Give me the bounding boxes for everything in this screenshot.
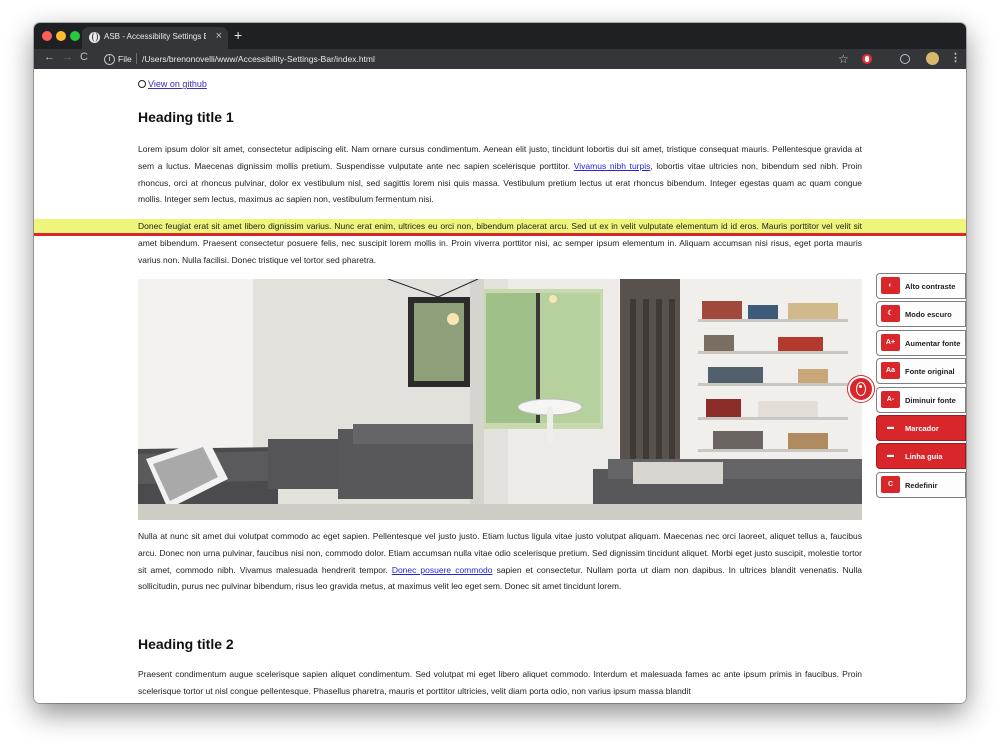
living-room-photo: [138, 279, 862, 520]
title-bar: ASB - Accessibility Settings Ba × +: [34, 23, 966, 49]
new-tab-button[interactable]: +: [234, 27, 242, 43]
font-original-icon: Aa: [881, 362, 900, 380]
url-scheme: File: [118, 54, 132, 64]
browser-tab[interactable]: ASB - Accessibility Settings Ba ×: [82, 27, 228, 49]
increase-font-button[interactable]: A+ Aumentar fonte: [876, 329, 966, 356]
heading-title-1: Heading title 1: [138, 109, 234, 125]
guide-line-button[interactable]: ▬ Linha guia: [876, 443, 966, 470]
increase-font-label: Aumentar fonte: [905, 338, 961, 348]
heading-title-2: Heading title 2: [138, 636, 234, 652]
marker-icon: ▬: [881, 418, 900, 436]
guide-line-label: Linha guia: [905, 452, 943, 462]
dark-mode-label: Modo escuro: [905, 310, 952, 320]
moon-icon: ☾: [881, 305, 900, 323]
original-font-button[interactable]: Aa Fonte original: [876, 358, 966, 385]
dark-mode-button[interactable]: ☾ Modo escuro: [876, 301, 966, 328]
original-font-label: Fonte original: [905, 367, 955, 377]
living-room-image: [138, 279, 862, 520]
font-decrease-icon: A-: [881, 390, 900, 408]
paragraph-2: Donec feugiat erat sit amet libero digni…: [138, 221, 862, 265]
browser-window: ASB - Accessibility Settings Ba × + ← → …: [34, 23, 966, 703]
extension-settings-icon[interactable]: [900, 54, 910, 64]
globe-icon: [89, 32, 100, 43]
marker-label: Marcador: [905, 423, 939, 433]
accessibility-toggle-button[interactable]: [848, 376, 874, 402]
forward-arrow-icon[interactable]: →: [62, 51, 73, 63]
high-contrast-label: Alto contraste: [905, 282, 956, 291]
extension-icon[interactable]: [862, 54, 872, 64]
tab-title: ASB - Accessibility Settings Ba: [104, 32, 206, 41]
url-text[interactable]: /Users/brenonovelli/www/Accessibility-Se…: [142, 54, 375, 64]
github-link[interactable]: View on github: [138, 79, 207, 89]
reset-icon: C: [881, 475, 900, 493]
paragraph-4: Praesent condimentum augue scelerisque s…: [138, 669, 862, 696]
accessibility-icon: [856, 382, 866, 396]
font-increase-icon: A+: [881, 333, 900, 351]
guide-line-icon: ▬: [881, 447, 900, 465]
high-contrast-button[interactable]: ◐ Alto contraste: [876, 273, 966, 299]
github-link-label: View on github: [148, 79, 207, 89]
marker-button[interactable]: ▬ Marcador: [876, 414, 966, 441]
reset-label: Redefinir: [905, 480, 938, 490]
reload-icon[interactable]: C: [80, 51, 88, 63]
info-icon[interactable]: i: [104, 54, 115, 65]
browser-menu-icon[interactable]: ⋮: [950, 51, 961, 64]
address-bar[interactable]: i File /Users/brenonovelli/www/Accessibi…: [98, 51, 838, 67]
browser-toolbar: ← → C i File /Users/brenonovelli/www/Acc…: [34, 49, 966, 69]
paragraph-1: Lorem ipsum dolor sit amet, consectetur …: [138, 141, 862, 208]
profile-avatar[interactable]: [926, 52, 939, 65]
paragraph-3: Nulla at nunc sit amet dui volutpat comm…: [138, 528, 862, 595]
vivamus-link[interactable]: Vivamus nibh turpis: [574, 161, 651, 171]
page-content: View on github Heading title 1 Lorem ips…: [34, 69, 966, 703]
contrast-icon: ◐: [881, 277, 900, 294]
close-window-button[interactable]: [42, 31, 52, 41]
decrease-font-button[interactable]: A- Diminuir fonte: [876, 386, 966, 413]
back-arrow-icon[interactable]: ←: [44, 51, 55, 63]
github-icon: [138, 80, 146, 88]
donec-posuere-link[interactable]: Donec posuere commodo: [392, 565, 493, 575]
tab-close-icon[interactable]: ×: [216, 30, 222, 42]
reset-button[interactable]: C Redefinir: [876, 471, 966, 498]
decrease-font-label: Diminuir fonte: [905, 395, 956, 405]
accessibility-settings-bar: ◐ Alto contraste ☾ Modo escuro A+ Aument…: [876, 273, 966, 500]
bookmark-star-icon[interactable]: ☆: [838, 52, 849, 66]
maximize-window-button[interactable]: [70, 31, 80, 41]
divider: [136, 53, 137, 64]
minimize-window-button[interactable]: [56, 31, 66, 41]
